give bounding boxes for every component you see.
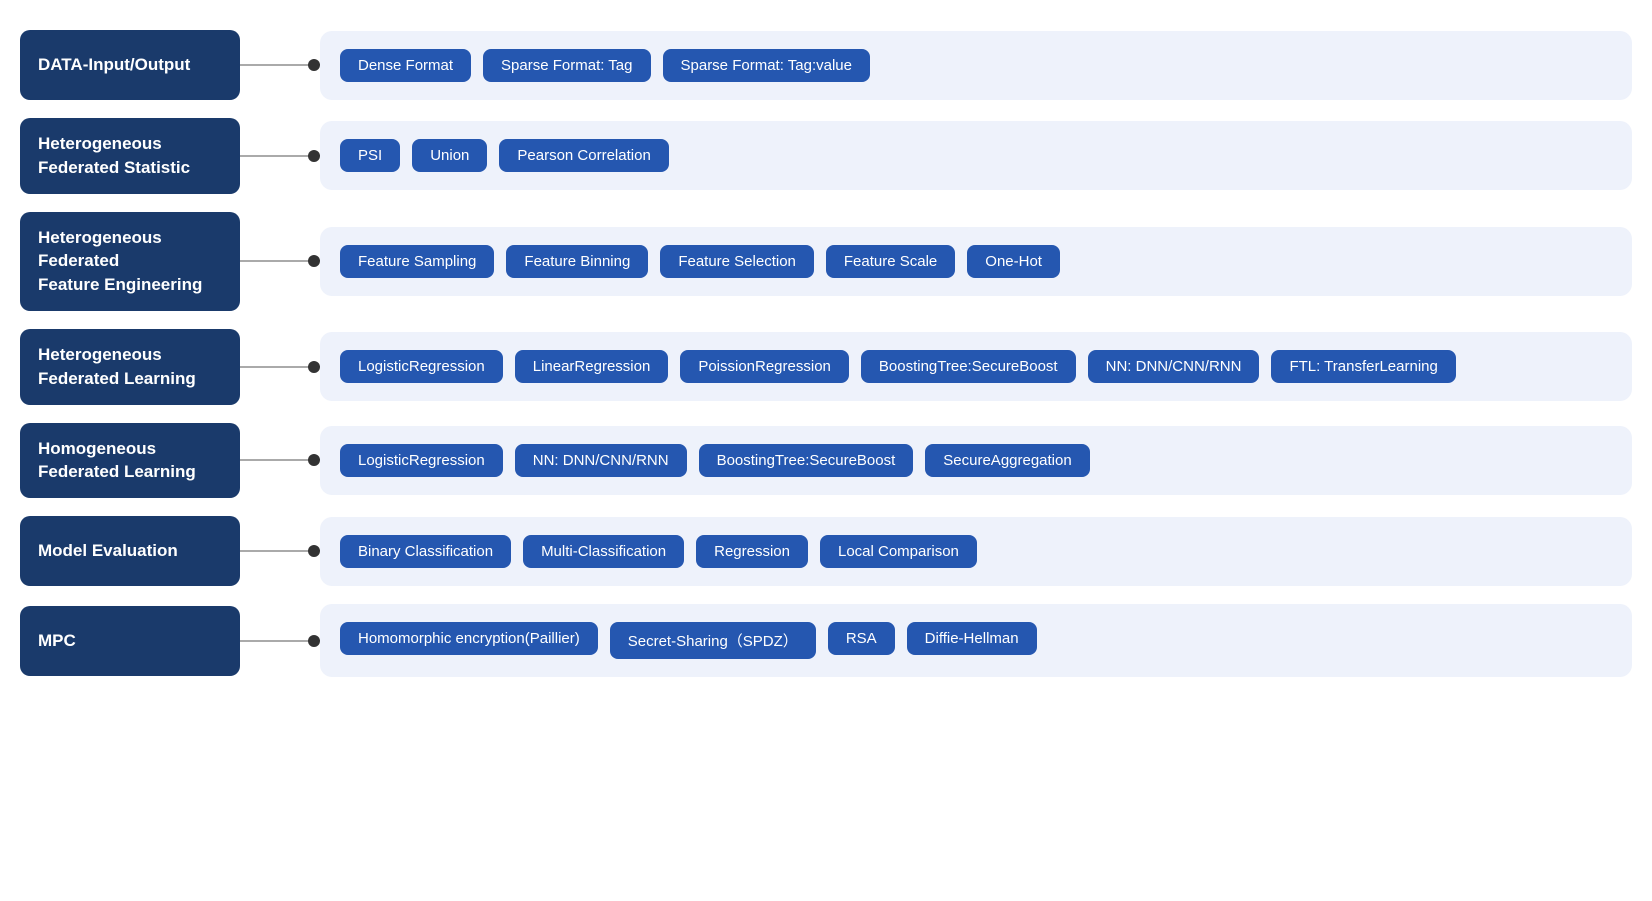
tag-heterogeneous-federated-feature-engineering-4[interactable]: One-Hot: [967, 245, 1060, 278]
row-model-evaluation: Model Evaluation Binary Classification Mul…: [20, 516, 1632, 586]
tag-heterogeneous-federated-learning-0[interactable]: LogisticRegression: [340, 350, 503, 383]
tag-mpc-2[interactable]: RSA: [828, 622, 895, 655]
connector-dot-homogeneous-federated-learning: [308, 454, 320, 466]
tag-model-evaluation-0[interactable]: Binary Classification: [340, 535, 511, 568]
row-homogeneous-federated-learning: Homogeneous Federated Learning LogisticRe…: [20, 423, 1632, 499]
tag-heterogeneous-federated-feature-engineering-0[interactable]: Feature Sampling: [340, 245, 494, 278]
connector-dot-data-input-output: [308, 59, 320, 71]
tag-heterogeneous-federated-learning-4[interactable]: NN: DNN/CNN/RNN: [1088, 350, 1260, 383]
row-mpc: MPC Homomorphic encryption(Paillier) Secre…: [20, 604, 1632, 677]
items-panel-mpc: Homomorphic encryption(Paillier) Secret-S…: [320, 604, 1632, 677]
connector-dot-heterogeneous-federated-feature-engineering: [308, 255, 320, 267]
category-heterogeneous-federated-statistic: Heterogeneous Federated Statistic: [20, 118, 240, 194]
connector-dot-heterogeneous-federated-statistic: [308, 150, 320, 162]
tag-heterogeneous-federated-statistic-2[interactable]: Pearson Correlation: [499, 139, 668, 172]
connector-data-input-output: [240, 59, 320, 71]
tag-heterogeneous-federated-feature-engineering-3[interactable]: Feature Scale: [826, 245, 955, 278]
tag-heterogeneous-federated-statistic-1[interactable]: Union: [412, 139, 487, 172]
tag-heterogeneous-federated-statistic-0[interactable]: PSI: [340, 139, 400, 172]
connector-line-mpc: [240, 640, 308, 642]
connector-line-heterogeneous-federated-statistic: [240, 155, 308, 157]
connector-dot-model-evaluation: [308, 545, 320, 557]
tag-homogeneous-federated-learning-0[interactable]: LogisticRegression: [340, 444, 503, 477]
row-heterogeneous-federated-statistic: Heterogeneous Federated Statistic PSI Unio…: [20, 118, 1632, 194]
category-model-evaluation: Model Evaluation: [20, 516, 240, 586]
tag-mpc-3[interactable]: Diffie-Hellman: [907, 622, 1037, 655]
connector-heterogeneous-federated-learning: [240, 361, 320, 373]
tag-heterogeneous-federated-feature-engineering-2[interactable]: Feature Selection: [660, 245, 814, 278]
connector-line-heterogeneous-federated-feature-engineering: [240, 260, 308, 262]
category-data-input-output: DATA-Input/Output: [20, 30, 240, 100]
diagram: DATA-Input/Output Dense Format Sparse Form…: [20, 30, 1632, 677]
category-mpc: MPC: [20, 606, 240, 676]
connector-line-data-input-output: [240, 64, 308, 66]
items-panel-heterogeneous-federated-learning: LogisticRegression LinearRegression Poissi…: [320, 332, 1632, 401]
items-panel-heterogeneous-federated-statistic: PSI Union Pearson Correlation: [320, 121, 1632, 190]
items-panel-model-evaluation: Binary Classification Multi-Classificatio…: [320, 517, 1632, 586]
tag-homogeneous-federated-learning-1[interactable]: NN: DNN/CNN/RNN: [515, 444, 687, 477]
row-data-input-output: DATA-Input/Output Dense Format Sparse Form…: [20, 30, 1632, 100]
tag-heterogeneous-federated-learning-3[interactable]: BoostingTree:SecureBoost: [861, 350, 1076, 383]
tag-model-evaluation-1[interactable]: Multi-Classification: [523, 535, 684, 568]
connector-line-model-evaluation: [240, 550, 308, 552]
items-panel-heterogeneous-federated-feature-engineering: Feature Sampling Feature Binning Feature S…: [320, 227, 1632, 296]
tag-data-input-output-2[interactable]: Sparse Format: Tag:value: [663, 49, 870, 82]
connector-homogeneous-federated-learning: [240, 454, 320, 466]
tag-heterogeneous-federated-learning-2[interactable]: PoissionRegression: [680, 350, 849, 383]
items-panel-homogeneous-federated-learning: LogisticRegression NN: DNN/CNN/RNN Boostin…: [320, 426, 1632, 495]
tag-mpc-0[interactable]: Homomorphic encryption(Paillier): [340, 622, 598, 655]
items-panel-data-input-output: Dense Format Sparse Format: Tag Sparse For…: [320, 31, 1632, 100]
connector-model-evaluation: [240, 545, 320, 557]
connector-dot-mpc: [308, 635, 320, 647]
tag-homogeneous-federated-learning-2[interactable]: BoostingTree:SecureBoost: [699, 444, 914, 477]
row-heterogeneous-federated-learning: Heterogeneous Federated Learning Logistic…: [20, 329, 1632, 405]
tag-heterogeneous-federated-feature-engineering-1[interactable]: Feature Binning: [506, 245, 648, 278]
connector-heterogeneous-federated-statistic: [240, 150, 320, 162]
tag-model-evaluation-2[interactable]: Regression: [696, 535, 808, 568]
connector-heterogeneous-federated-feature-engineering: [240, 255, 320, 267]
category-heterogeneous-federated-feature-engineering: Heterogeneous Federated Feature Engineer…: [20, 212, 240, 311]
tag-model-evaluation-3[interactable]: Local Comparison: [820, 535, 977, 568]
tag-heterogeneous-federated-learning-5[interactable]: FTL: TransferLearning: [1271, 350, 1455, 383]
connector-mpc: [240, 635, 320, 647]
category-heterogeneous-federated-learning: Heterogeneous Federated Learning: [20, 329, 240, 405]
tag-mpc-1[interactable]: Secret-Sharing（SPDZ）: [610, 622, 816, 659]
connector-line-heterogeneous-federated-learning: [240, 366, 308, 368]
tag-heterogeneous-federated-learning-1[interactable]: LinearRegression: [515, 350, 669, 383]
connector-line-homogeneous-federated-learning: [240, 459, 308, 461]
tag-data-input-output-0[interactable]: Dense Format: [340, 49, 471, 82]
connector-dot-heterogeneous-federated-learning: [308, 361, 320, 373]
tag-data-input-output-1[interactable]: Sparse Format: Tag: [483, 49, 650, 82]
category-homogeneous-federated-learning: Homogeneous Federated Learning: [20, 423, 240, 499]
tag-homogeneous-federated-learning-3[interactable]: SecureAggregation: [925, 444, 1089, 477]
row-heterogeneous-federated-feature-engineering: Heterogeneous Federated Feature Engineer…: [20, 212, 1632, 311]
